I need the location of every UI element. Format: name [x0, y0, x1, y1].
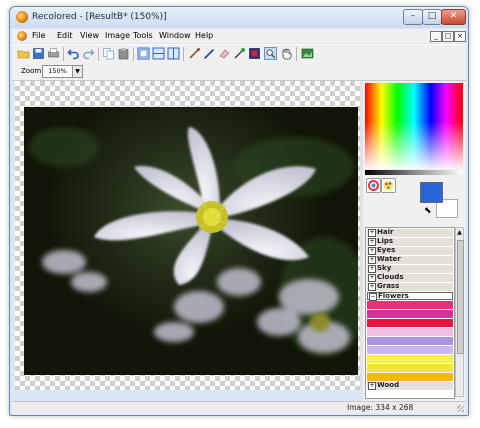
menu-image[interactable]: Image [105, 31, 130, 40]
save-icon[interactable] [32, 47, 45, 60]
undo-icon[interactable] [67, 47, 80, 60]
flower-image [29, 127, 358, 357]
title-bar[interactable]: Recolored - [ResultB* (150%)] – □ ✕ [10, 7, 468, 28]
toolbar-separator [98, 47, 99, 61]
category-label: Clouds [377, 273, 404, 281]
split-horizontal-icon[interactable] [152, 47, 165, 60]
scroll-up-icon[interactable]: ▲ [456, 228, 463, 237]
redo-icon[interactable] [82, 47, 95, 60]
flower-color-swatch[interactable] [367, 346, 453, 355]
mdi-close-button[interactable]: × [454, 31, 466, 42]
swap-colors-icon[interactable]: ⬉ [424, 206, 432, 216]
category-item-grass[interactable]: + Grass [367, 282, 453, 292]
zoom-label: Zoom [21, 67, 42, 75]
image-photo [24, 107, 358, 375]
zoom-combobox[interactable]: 150% [42, 65, 73, 78]
expand-icon[interactable]: + [368, 283, 376, 291]
app-menu-icon[interactable] [17, 31, 27, 41]
flower-color-swatch[interactable] [367, 355, 453, 364]
color-wheel-icon[interactable] [366, 178, 381, 193]
close-button[interactable]: ✕ [441, 9, 466, 25]
category-label: Hair [377, 228, 394, 236]
resize-grip-icon[interactable] [457, 405, 464, 412]
print-icon[interactable] [47, 47, 60, 60]
scroll-thumb[interactable] [457, 240, 464, 354]
expand-icon[interactable]: + [368, 265, 376, 273]
chevron-down-icon[interactable]: ▼ [72, 65, 83, 78]
category-label: Wood [377, 381, 400, 389]
flower-color-swatch[interactable] [367, 337, 453, 346]
brush-icon[interactable] [188, 47, 201, 60]
app-icon [16, 11, 28, 23]
foreground-color-swatch[interactable] [420, 182, 443, 203]
toolbar-separator [133, 47, 134, 61]
expand-icon[interactable]: + [368, 238, 376, 246]
expand-icon[interactable]: + [368, 382, 376, 390]
fit-icon[interactable] [301, 47, 314, 60]
mdi-minimize-button[interactable]: _ [430, 31, 442, 42]
menu-edit[interactable]: Edit [57, 31, 73, 40]
category-list[interactable]: + Hair + Lips + Eyes + Water + Sky + Clouds + Grass − F… [365, 227, 455, 399]
eraser-icon[interactable] [218, 47, 231, 60]
expand-icon[interactable]: + [368, 247, 376, 255]
toolbar-separator [183, 47, 184, 61]
category-list-scrollbar[interactable]: ▲ [455, 227, 464, 397]
minimize-button[interactable]: – [403, 9, 423, 25]
image-canvas[interactable] [15, 81, 360, 390]
pencil-icon[interactable] [203, 47, 216, 60]
menu-help[interactable]: Help [195, 31, 213, 40]
status-bar: Image: 334 x 268 [12, 401, 466, 414]
category-item-wood[interactable]: + Wood [367, 381, 453, 391]
menu-file[interactable]: File [32, 31, 45, 40]
menu-view[interactable]: View [80, 31, 99, 40]
menu-bar: File Edit View Image Tools Window Help _… [12, 29, 466, 43]
image-size-status: Image: 334 x 268 [347, 403, 414, 412]
category-label: Flowers [378, 292, 409, 300]
category-label: Lips [377, 237, 394, 245]
copy-icon[interactable] [102, 47, 115, 60]
flower-color-swatch[interactable] [367, 364, 453, 373]
category-label: Grass [377, 282, 400, 290]
paste-icon[interactable] [117, 47, 130, 60]
menu-tools[interactable]: Tools [133, 31, 153, 40]
toolbar-separator [63, 47, 64, 61]
open-folder-icon[interactable] [17, 47, 30, 60]
flower-color-swatch[interactable] [367, 328, 453, 337]
menu-window[interactable]: Window [159, 31, 191, 40]
collapse-icon[interactable]: − [369, 293, 377, 301]
zoom-bar: Zoom 150% ▼ [12, 63, 466, 81]
color-panel: ⬉ + Hair + Lips + Eyes + Water + Sky + Clouds + Grass… [363, 81, 466, 401]
flower-color-swatch[interactable] [367, 310, 453, 319]
expand-icon[interactable]: + [368, 274, 376, 282]
dropper-icon[interactable] [233, 47, 246, 60]
flower-color-swatch[interactable] [367, 301, 453, 310]
split-view-icon[interactable] [137, 47, 150, 60]
expand-icon[interactable]: + [368, 256, 376, 264]
color-spectrum[interactable] [365, 83, 463, 169]
category-label: Eyes [377, 246, 396, 254]
toolbar [12, 44, 466, 64]
grayscale-strip[interactable] [365, 170, 463, 175]
hand-icon[interactable] [280, 47, 293, 60]
maximize-button[interactable]: □ [422, 9, 442, 25]
window-title: Recolored - [ResultB* (150%)] [32, 12, 167, 22]
toolbar-separator [296, 47, 297, 61]
flower-color-swatch[interactable] [367, 319, 453, 328]
expand-icon[interactable]: + [368, 229, 376, 237]
category-label: Sky [377, 264, 392, 272]
app-window: Recolored - [ResultB* (150%)] – □ ✕ File… [9, 6, 469, 416]
category-item-flowers[interactable]: − Flowers [367, 292, 453, 301]
palette-icon[interactable] [381, 178, 396, 193]
mdi-restore-button[interactable]: □ [442, 31, 454, 42]
split-vertical-icon[interactable] [167, 47, 180, 60]
color-fill-icon[interactable] [248, 47, 261, 60]
category-label: Water [377, 255, 401, 263]
zoom-icon[interactable] [264, 47, 277, 60]
